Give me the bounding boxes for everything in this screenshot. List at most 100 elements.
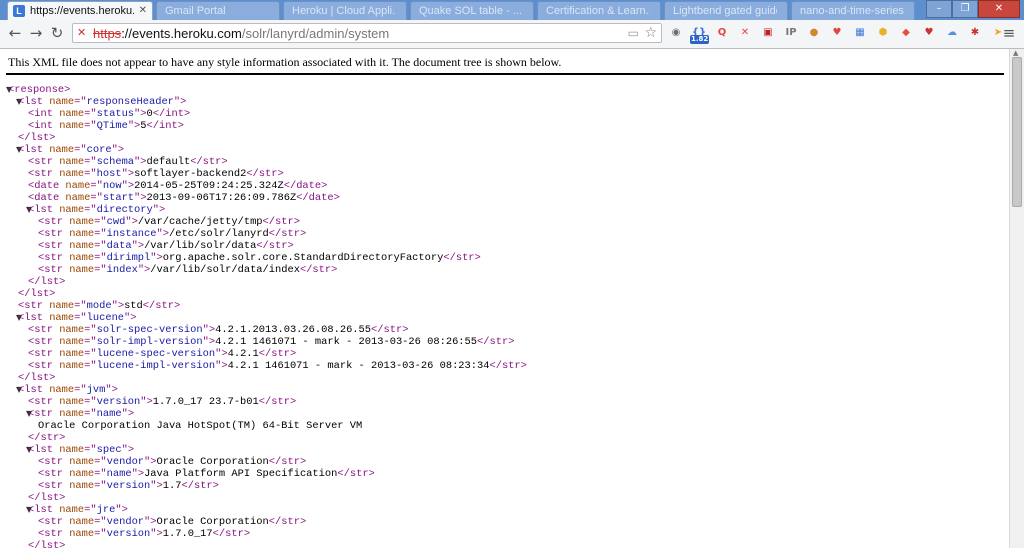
xml-attribute-value: schema [96, 156, 135, 168]
xml-text: Oracle Corporation [156, 516, 269, 528]
pocket-icon[interactable]: Q [713, 24, 731, 42]
xml-attribute-value: solr-impl-version [96, 336, 203, 348]
insecure-lock-icon[interactable]: ✕ [77, 26, 89, 40]
url-text[interactable]: https://events.heroku.com/solr/lanyrd/ad… [93, 26, 389, 41]
cookie-icon[interactable]: ● [805, 24, 823, 42]
location-icon[interactable]: ♥ [920, 24, 938, 42]
xml-text: std [124, 300, 143, 312]
xml-tag: "> [105, 384, 118, 396]
xml-attribute-name: name [49, 384, 75, 396]
xml-line-content: <str name="vendor">Oracle Corporation</s… [38, 456, 306, 468]
xml-attribute-name: name [69, 228, 95, 240]
xml-line-content: <str name="version">1.7</str> [38, 480, 219, 492]
xml-line-content: </lst> [18, 372, 55, 384]
shield-icon[interactable]: ◆ [897, 24, 915, 42]
xml-line-content: </lst> [18, 288, 55, 300]
xml-line-content: </lst> [18, 132, 55, 144]
honey-icon[interactable]: ⬢ [874, 24, 892, 42]
xml-attribute-value: responseHeader [86, 96, 174, 108]
url-scheme: https [93, 26, 122, 41]
xml-attribute-name: name [59, 324, 85, 336]
xml-tag: =" [84, 204, 97, 216]
xml-tag: </str> [142, 300, 181, 312]
xml-tag: =" [90, 180, 103, 192]
xml-text: Oracle Corporation [156, 456, 269, 468]
calendar-icon[interactable]: ▦ [851, 24, 869, 42]
xml-style-notice: This XML file does not appear to have an… [8, 55, 562, 69]
xml-attribute-value: dirimpl [106, 252, 151, 264]
xml-tag: "> [134, 108, 147, 120]
xml-tag: </str> [262, 216, 300, 228]
tab-active[interactable]: L https://events.heroku.com ✕ [7, 1, 153, 20]
xml-text: 2014-05-25T09:24:25.324Z [134, 180, 284, 192]
xml-attribute-value: start [102, 192, 135, 204]
xml-tag: <int [28, 108, 60, 120]
xml-tag: <str [28, 324, 60, 336]
address-bar[interactable]: ✕ https://events.heroku.com/solr/lanyrd/… [72, 23, 662, 43]
xml-tag: =" [94, 456, 107, 468]
xml-tag: "> [156, 228, 169, 240]
xml-tag: <int [28, 120, 60, 132]
close-window-button[interactable]: ✕ [978, 0, 1020, 18]
tab-inactive[interactable]: Certification & Learn... [537, 1, 661, 20]
pdf-icon[interactable]: ▣ [759, 24, 777, 42]
puzzle-icon[interactable]: ✱ [966, 24, 984, 42]
xml-line-content: <str name="solr-spec-version">4.2.1.2013… [28, 324, 408, 336]
xml-line-content: <str name="name"> [28, 408, 134, 420]
bookmark-star-icon[interactable]: ☆ [644, 25, 657, 41]
xml-tag: =" [84, 444, 97, 456]
xml-tag: </str> [299, 264, 338, 276]
xml-line-content: </lst> [28, 540, 65, 548]
xml-tag: <str [28, 348, 60, 360]
xml-attribute-value: name [96, 408, 122, 420]
scroll-up-icon[interactable]: ▲ [1013, 49, 1018, 57]
xml-text: /var/lib/solr/data/index [150, 264, 300, 276]
xml-tag: </lst> [28, 492, 66, 504]
xml-line-content: <str name="dirimpl">org.apache.solr.core… [38, 252, 481, 264]
xml-attribute-value: instance [106, 228, 157, 240]
xml-attribute-value: data [106, 240, 132, 252]
scrollbar-thumb[interactable] [1012, 57, 1022, 207]
xml-tag: </str> [256, 240, 294, 252]
xml-attribute-name: name [59, 156, 85, 168]
ip-icon[interactable]: IP [782, 24, 800, 42]
pocket2-icon[interactable]: ♥ [828, 24, 846, 42]
tab-inactive[interactable]: Gmail Portal [156, 1, 280, 20]
xml-tag: "> [121, 408, 135, 420]
xml-tag: "> [134, 192, 147, 204]
chrome-menu-icon[interactable]: ≡ [1000, 24, 1018, 42]
xml-attribute-name: name [59, 168, 85, 180]
close-red-icon[interactable]: ✕ [736, 24, 754, 42]
vertical-scrollbar[interactable]: ▲ [1009, 49, 1024, 548]
restore-button[interactable]: ❐ [952, 0, 978, 18]
xml-attribute-name: name [59, 408, 85, 420]
tab-inactive[interactable]: Heroku | Cloud Appli... [283, 1, 407, 20]
xml-line-content: <lst name="core"> [18, 144, 124, 156]
xml-line-content: <str name="name">Java Platform API Speci… [38, 468, 375, 480]
globe-icon[interactable]: ◉ [667, 24, 685, 42]
tab-inactive[interactable]: nano-and-time-series ... [791, 1, 915, 20]
xml-attribute-value: vendor [106, 516, 145, 528]
tab-inactive[interactable]: Quake SOL table - ... [410, 1, 534, 20]
xml-tag: "> [150, 480, 163, 492]
back-button[interactable]: ← [6, 24, 24, 42]
xml-tag: </str> [28, 432, 66, 444]
xml-tag: </str> [181, 480, 219, 492]
xml-attribute-value: core [86, 144, 112, 156]
xml-attribute-value: name [106, 468, 132, 480]
browser-toolbar: ← → ↻ ✕ https://events.heroku.com/solr/l… [0, 20, 1024, 49]
tab-inactive[interactable]: Lightbend gated guides ... [664, 1, 788, 20]
tab-title: nano-and-time-series ... [800, 5, 904, 17]
minimize-button[interactable]: – [926, 0, 952, 18]
xml-tag: =" [94, 240, 107, 252]
forward-button[interactable]: → [27, 24, 45, 42]
reload-button[interactable]: ↻ [48, 24, 66, 42]
xml-tag: "> [134, 156, 147, 168]
xml-tag: =" [84, 324, 97, 336]
tab-close-icon[interactable]: ✕ [139, 5, 147, 16]
cloud-icon[interactable]: ☁ [943, 24, 961, 42]
xml-tag: "> [125, 216, 138, 228]
page-action-icon[interactable]: ▭ [628, 26, 639, 40]
xml-attribute-value: status [96, 108, 135, 120]
xml-attribute-value: solr-spec-version [96, 324, 203, 336]
